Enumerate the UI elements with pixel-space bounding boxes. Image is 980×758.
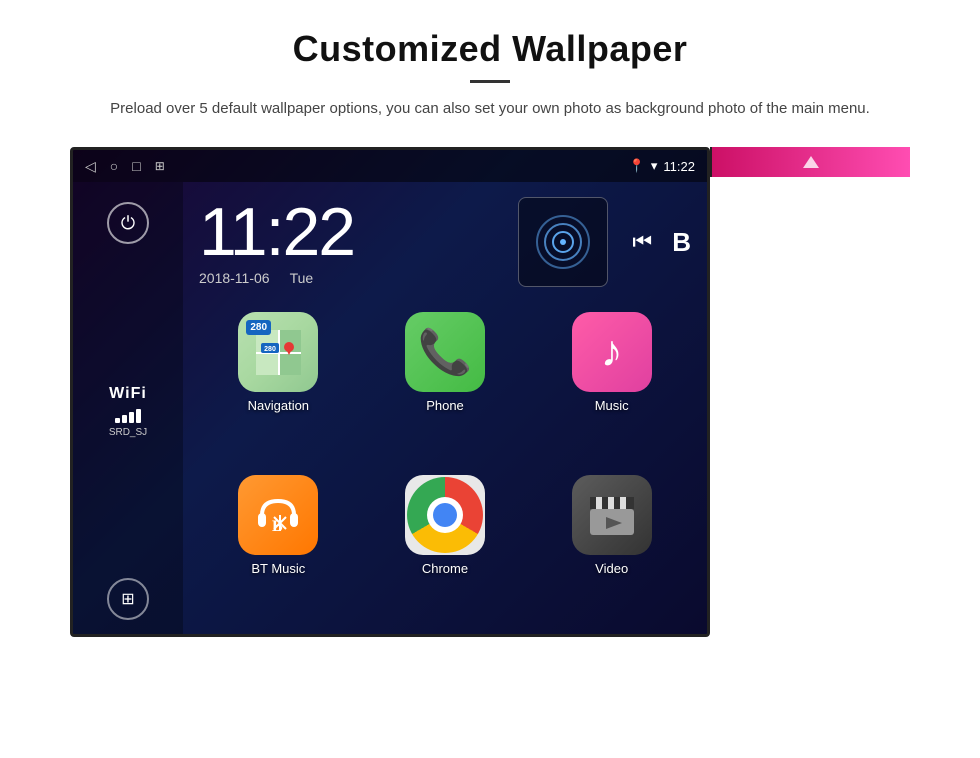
center-content: 11:22 2018-11-06 Tue	[183, 182, 707, 637]
title-divider	[470, 80, 510, 83]
strip-arrow-svg	[801, 152, 821, 172]
power-icon: ⏻	[121, 213, 135, 234]
clock-time: 11:22	[199, 198, 518, 266]
app-btmusic[interactable]: B BT Music	[199, 475, 358, 630]
app-chrome[interactable]: Chrome	[366, 475, 525, 630]
svg-text:280: 280	[264, 346, 276, 353]
wallpaper-pink-strip	[712, 147, 910, 177]
recents-nav-icon[interactable]: □	[132, 158, 140, 174]
phone-glyph: 📞	[418, 326, 473, 378]
status-bar: ◁ ○ □ ⊞ 📍 ▾ 11:22	[73, 150, 707, 182]
wifi-bars	[109, 407, 147, 423]
power-button[interactable]: ⏻	[107, 202, 149, 244]
app-phone[interactable]: 📞 Phone	[366, 312, 525, 467]
screenshot-icon[interactable]: ⊞	[155, 159, 165, 173]
music-icon: ♪	[572, 312, 652, 392]
wifi-bar-3	[129, 412, 134, 423]
chrome-ring-outer	[407, 477, 483, 553]
prev-track-icon[interactable]: ⏮	[632, 229, 652, 255]
grid-icon: ⊞	[121, 589, 134, 609]
wifi-label: WiFi	[109, 385, 147, 403]
app-video[interactable]: Video	[532, 475, 691, 630]
android-device: ◁ ○ □ ⊞ 📍 ▾ 11:22 ⏻ WiFi	[70, 147, 710, 637]
wallpaper-previews: CarSetting	[710, 147, 910, 177]
wifi-ssid: SRD_SJ	[109, 427, 147, 438]
home-nav-icon[interactable]: ○	[110, 158, 118, 174]
clock-day: Tue	[290, 270, 314, 286]
bt-svg: B	[250, 487, 306, 543]
music-glyph: ♪	[601, 327, 623, 377]
page-header: Customized Wallpaper Preload over 5 defa…	[0, 0, 980, 137]
wifi-info: WiFi SRD_SJ	[109, 385, 147, 438]
android-screen-wrapper: ◁ ○ □ ⊞ 📍 ▾ 11:22 ⏻ WiFi	[0, 137, 980, 637]
music-label: Music	[595, 398, 629, 413]
video-label: Video	[595, 561, 628, 576]
apps-grid-button[interactable]: ⊞	[107, 578, 149, 620]
clock-area: 11:22 2018-11-06 Tue	[183, 182, 707, 302]
apps-grid: 280 280	[183, 302, 707, 637]
location-icon: 📍	[629, 158, 645, 174]
clock-datetime: 11:22 2018-11-06 Tue	[199, 198, 518, 286]
navigation-label: Navigation	[248, 398, 309, 413]
chrome-center-dot	[433, 503, 457, 527]
clock-widgets: ⏮ B	[518, 197, 691, 287]
signal-icon	[533, 212, 593, 272]
status-bar-left: ◁ ○ □ ⊞	[85, 158, 165, 175]
clock-date-row: 2018-11-06 Tue	[199, 270, 518, 286]
app-music[interactable]: ♪ Music	[532, 312, 691, 467]
chrome-icon	[405, 475, 485, 555]
left-sidebar: ⏻ WiFi SRD_SJ ⊞	[73, 182, 183, 637]
wifi-icon: ▾	[651, 158, 658, 174]
wifi-bar-2	[122, 415, 127, 423]
chrome-label: Chrome	[422, 561, 468, 576]
btmusic-icon: B	[238, 475, 318, 555]
nav-badge: 280	[246, 320, 271, 335]
video-icon	[572, 475, 652, 555]
signal-widget	[518, 197, 608, 287]
app-navigation[interactable]: 280 280	[199, 312, 358, 467]
navigation-icon: 280 280	[238, 312, 318, 392]
phone-label: Phone	[426, 398, 464, 413]
main-content: ⏻ WiFi SRD_SJ ⊞	[73, 182, 707, 637]
status-time: 11:22	[663, 159, 695, 174]
clock-date: 2018-11-06	[199, 270, 270, 286]
page-subtitle: Preload over 5 default wallpaper options…	[90, 97, 890, 121]
media-controls: ⏮ B	[632, 227, 691, 258]
wifi-bar-1	[115, 418, 120, 423]
chrome-inner-ring	[427, 497, 463, 533]
back-nav-icon[interactable]: ◁	[85, 158, 96, 175]
next-letter-icon: B	[672, 227, 691, 258]
btmusic-label: BT Music	[251, 561, 305, 576]
wifi-bar-4	[136, 409, 141, 423]
phone-icon: 📞	[405, 312, 485, 392]
status-bar-right: 📍 ▾ 11:22	[629, 158, 695, 174]
video-svg	[584, 487, 640, 543]
page-title: Customized Wallpaper	[80, 28, 900, 70]
